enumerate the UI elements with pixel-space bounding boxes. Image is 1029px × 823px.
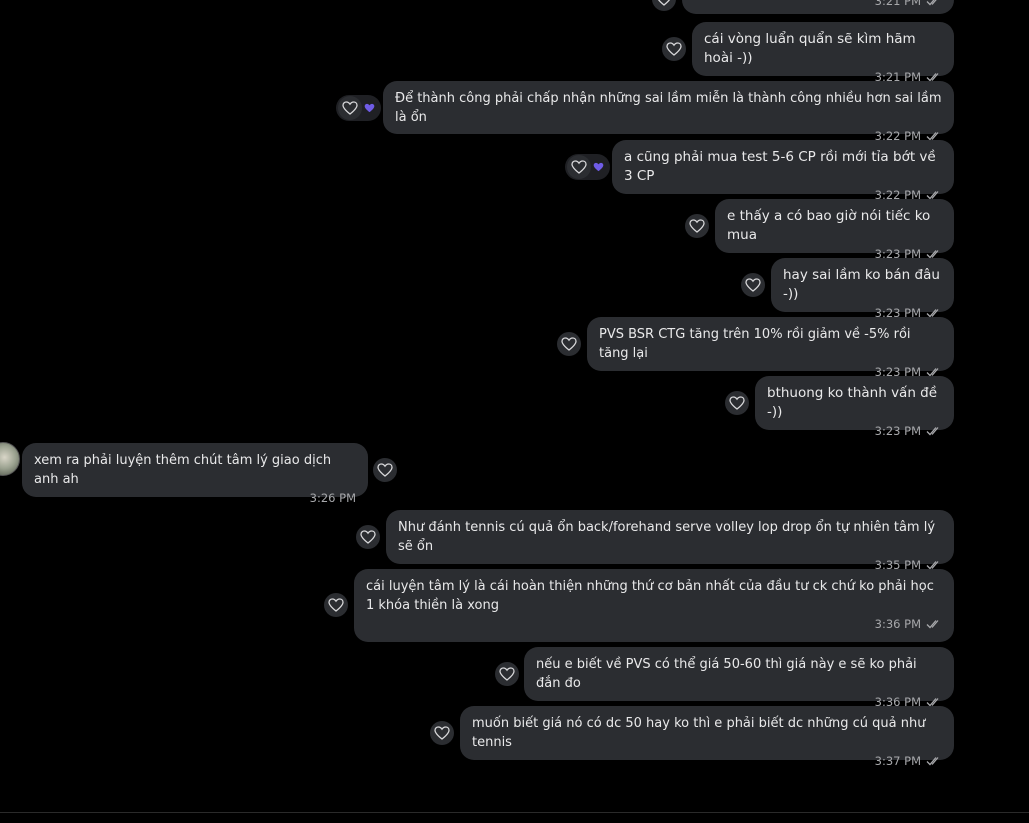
heart-outline-icon[interactable] (725, 391, 749, 415)
outgoing-message[interactable]: a cũng phải mua test 5-6 CP rồi mới tỉa … (612, 140, 954, 202)
message-text: cái luyện tâm lý là cái hoàn thiện những… (366, 579, 934, 613)
reaction-button[interactable] (430, 720, 454, 746)
reaction-button[interactable] (495, 661, 519, 687)
heart-filled-icon (364, 103, 375, 113)
reaction-button[interactable] (685, 213, 709, 239)
reaction-button[interactable] (741, 272, 765, 298)
message-text: Như đánh tennis cú quả ổn back/forehand … (398, 520, 936, 554)
heart-outline-icon[interactable] (356, 525, 380, 549)
message-time: 3:21 PM (874, 0, 921, 8)
heart-outline-icon[interactable] (741, 273, 765, 297)
outgoing-message[interactable]: hay sai lầm ko bán đâu -)) 3:23 PM (771, 258, 954, 320)
outgoing-message[interactable]: muốn biết giá nó có dc 50 hay ko thì e p… (460, 706, 954, 768)
outgoing-message[interactable]: bthuong ko thành vấn đề -)) 3:23 PM (755, 376, 954, 438)
message-text: xem ra phải luyện thêm chút tâm lý giao … (34, 453, 332, 487)
double-check-icon (926, 426, 942, 436)
message-text: cái vòng luẩn quẩn sẽ kìm hãm hoài -)) (704, 31, 916, 66)
message-text: PVS BSR CTG tăng trên 10% rồi giảm về -5… (599, 327, 911, 361)
message-text: a cũng phải mua test 5-6 CP rồi mới tỉa … (624, 149, 936, 184)
message-time: 3:37 PM (874, 754, 921, 768)
reaction-button[interactable] (373, 457, 397, 483)
message-text: muốn biết giá nó có dc 50 hay ko thì e p… (472, 716, 926, 750)
message-meta: 3:36 PM (366, 617, 942, 631)
reaction-button[interactable] (356, 524, 380, 550)
heart-outline-icon[interactable] (495, 662, 519, 686)
avatar[interactable] (0, 442, 20, 476)
outgoing-message[interactable]: cái vòng luẩn quẩn sẽ kìm hãm hoài -)) 3… (692, 22, 954, 84)
heart-outline-icon[interactable] (338, 96, 362, 120)
reaction-pill[interactable] (565, 154, 610, 180)
message-text: e thấy a có bao giờ nói tiếc ko mua (727, 208, 931, 243)
heart-outline-icon[interactable] (652, 0, 676, 11)
heart-outline-icon[interactable] (567, 155, 591, 179)
double-check-icon (926, 619, 942, 629)
heart-outline-icon[interactable] (557, 332, 581, 356)
outgoing-message[interactable]: nếu e biết về PVS có thể giá 50-60 thì g… (524, 647, 954, 709)
reaction-button[interactable] (557, 331, 581, 357)
outgoing-message[interactable]: PVS BSR CTG tăng trên 10% rồi giảm về -5… (587, 317, 954, 379)
message-text: Để thành công phải chấp nhận những sai l… (395, 91, 942, 125)
heart-outline-icon[interactable] (430, 721, 454, 745)
heart-outline-icon[interactable] (662, 37, 686, 61)
heart-filled-icon (593, 162, 604, 172)
message-text: nếu e biết về PVS có thể giá 50-60 thì g… (536, 657, 917, 691)
message-time: 3:23 PM (874, 424, 921, 438)
outgoing-message[interactable]: Như đánh tennis cú quả ổn back/forehand … (386, 510, 954, 572)
incoming-message[interactable]: xem ra phải luyện thêm chút tâm lý giao … (22, 443, 368, 505)
message-text: hay sai lầm ko bán đâu -)) (783, 267, 940, 302)
message-meta: 3:23 PM (767, 424, 942, 438)
heart-outline-icon[interactable] (685, 214, 709, 238)
reaction-button[interactable] (662, 36, 686, 62)
heart-outline-icon[interactable] (373, 458, 397, 482)
message-time: 3:36 PM (874, 617, 921, 631)
reaction-pill[interactable] (336, 95, 381, 121)
divider (0, 812, 1029, 813)
reaction-button[interactable] (652, 0, 676, 12)
message-time: 3:26 PM (309, 491, 356, 505)
reaction-button[interactable] (324, 592, 348, 618)
chat-thread: 3:21 PM cái vòng luẩn quẩn sẽ kìm hãm ho… (0, 0, 1029, 823)
double-check-icon (926, 0, 942, 6)
message-text: bthuong ko thành vấn đề -)) (767, 385, 938, 420)
heart-outline-icon[interactable] (324, 593, 348, 617)
outgoing-message[interactable]: cái luyện tâm lý là cái hoàn thiện những… (354, 569, 954, 642)
message-meta: 3:26 PM (34, 491, 356, 505)
reaction-button[interactable] (725, 390, 749, 416)
outgoing-message[interactable]: e thấy a có bao giờ nói tiếc ko mua 3:23… (715, 199, 954, 261)
double-check-icon (926, 756, 942, 766)
message-meta: 3:37 PM (472, 754, 942, 768)
outgoing-message[interactable]: 3:21 PM (682, 0, 954, 14)
message-meta: 3:21 PM (694, 0, 942, 8)
outgoing-message[interactable]: Để thành công phải chấp nhận những sai l… (383, 81, 954, 143)
